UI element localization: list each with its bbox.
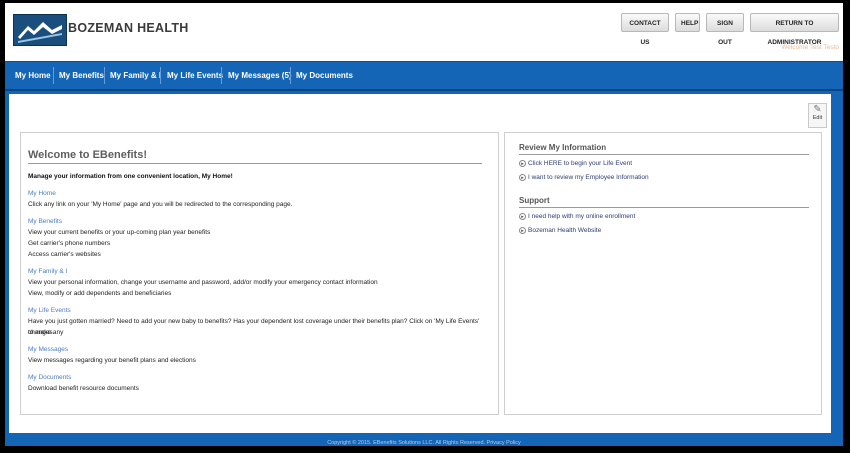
nav-divider xyxy=(104,67,105,84)
review-title: Review My Information xyxy=(519,143,607,152)
brand-name: BOZEMAN HEALTH xyxy=(68,21,189,35)
life-desc-2: changes. xyxy=(28,329,55,336)
employee-info-link-label: I want to review my Employee Information xyxy=(528,174,649,182)
edit-button[interactable]: ✎ Edit xyxy=(808,103,827,128)
main-nav: My Home My Benefits My Family & I My Lif… xyxy=(5,61,843,91)
content-area: ✎ Edit Welcome to EBenefits! Manage your… xyxy=(5,91,843,439)
arrow-bullet-icon: ▸ xyxy=(519,213,526,220)
life-event-link[interactable]: ▸ Click HERE to begin your Life Event xyxy=(519,160,632,167)
nav-divider xyxy=(290,67,291,84)
nav-my-family[interactable]: My Family & I xyxy=(110,62,161,89)
nav-my-documents[interactable]: My Documents xyxy=(296,62,353,89)
welcome-user-text: Welcome Test Testo xyxy=(781,44,839,51)
documents-desc: Download benefit resource documents xyxy=(28,385,139,392)
arrow-bullet-icon: ▸ xyxy=(519,160,526,167)
benefits-desc-3: Access carrier's websites xyxy=(28,251,101,258)
link-my-messages[interactable]: My Messages xyxy=(28,346,68,353)
mountain-logo-icon xyxy=(18,22,62,43)
welcome-panel: Welcome to EBenefits! Manage your inform… xyxy=(20,132,499,415)
link-my-benefits[interactable]: My Benefits xyxy=(28,218,62,225)
return-to-administrator-button[interactable]: RETURN TO ADMINISTRATOR xyxy=(750,13,839,46)
link-my-documents[interactable]: My Documents xyxy=(28,374,71,381)
benefits-desc-2: Get carrier's phone numbers xyxy=(28,240,111,247)
nav-my-messages[interactable]: My Messages (5) xyxy=(228,62,292,89)
title-divider xyxy=(28,163,482,164)
sign-out-button[interactable]: SIGN OUT xyxy=(706,13,744,46)
edit-label: Edit xyxy=(812,115,823,121)
nav-divider xyxy=(53,67,54,84)
side-panel: Review My Information ▸ Click HERE to beg… xyxy=(504,132,822,415)
welcome-title: Welcome to EBenefits! xyxy=(28,149,147,161)
life-event-link-label: Click HERE to begin your Life Event xyxy=(528,160,633,168)
footer: Copyright © 2015. EBenefits Solutions LL… xyxy=(5,438,843,446)
arrow-bullet-icon: ▸ xyxy=(519,174,526,181)
nav-my-benefits[interactable]: My Benefits xyxy=(59,62,104,89)
enrollment-help-link[interactable]: ▸ I need help with my online enrollment xyxy=(519,213,635,220)
nav-my-life-events[interactable]: My Life Events xyxy=(167,62,223,89)
nav-divider xyxy=(221,67,222,84)
family-desc-1: View your personal information, change y… xyxy=(28,279,378,286)
family-desc-2: View, modify or add dependents and benef… xyxy=(28,290,172,297)
bozeman-health-logo[interactable] xyxy=(13,14,67,46)
contact-us-button[interactable]: CONTACT US xyxy=(621,13,669,46)
nav-divider xyxy=(160,67,161,84)
content-inner: ✎ Edit Welcome to EBenefits! Manage your… xyxy=(9,94,831,433)
employee-info-link[interactable]: ▸ I want to review my Employee Informatio… xyxy=(519,174,649,181)
link-my-life-events[interactable]: My Life Events xyxy=(28,307,71,314)
support-divider xyxy=(519,207,809,208)
messages-desc: View messages regarding your benefit pla… xyxy=(28,357,196,364)
pencil-icon: ✎ xyxy=(813,104,822,115)
link-my-home[interactable]: My Home xyxy=(28,190,56,197)
bozeman-website-link[interactable]: ▸ Bozeman Health Website xyxy=(519,227,601,234)
bozeman-website-link-label: Bozeman Health Website xyxy=(528,227,602,235)
benefits-desc-1: View your current benefits or your up-co… xyxy=(28,229,211,236)
life-desc-1: Have you just gotten married? Need to ad… xyxy=(28,318,480,336)
review-divider xyxy=(519,154,809,155)
intro-text: Manage your information from one conveni… xyxy=(28,173,233,180)
arrow-bullet-icon: ▸ xyxy=(519,227,526,234)
home-desc: Click any link on your 'My Home' page an… xyxy=(28,201,293,208)
page: BOZEMAN HEALTH CONTACT US HELP SIGN OUT … xyxy=(5,3,843,446)
enrollment-help-link-label: I need help with my online enrollment xyxy=(528,213,636,221)
header: BOZEMAN HEALTH CONTACT US HELP SIGN OUT … xyxy=(5,3,843,61)
help-button[interactable]: HELP xyxy=(675,13,700,32)
support-title: Support xyxy=(519,196,550,205)
nav-my-home[interactable]: My Home xyxy=(15,62,51,89)
link-my-family[interactable]: My Family & I xyxy=(28,268,67,275)
